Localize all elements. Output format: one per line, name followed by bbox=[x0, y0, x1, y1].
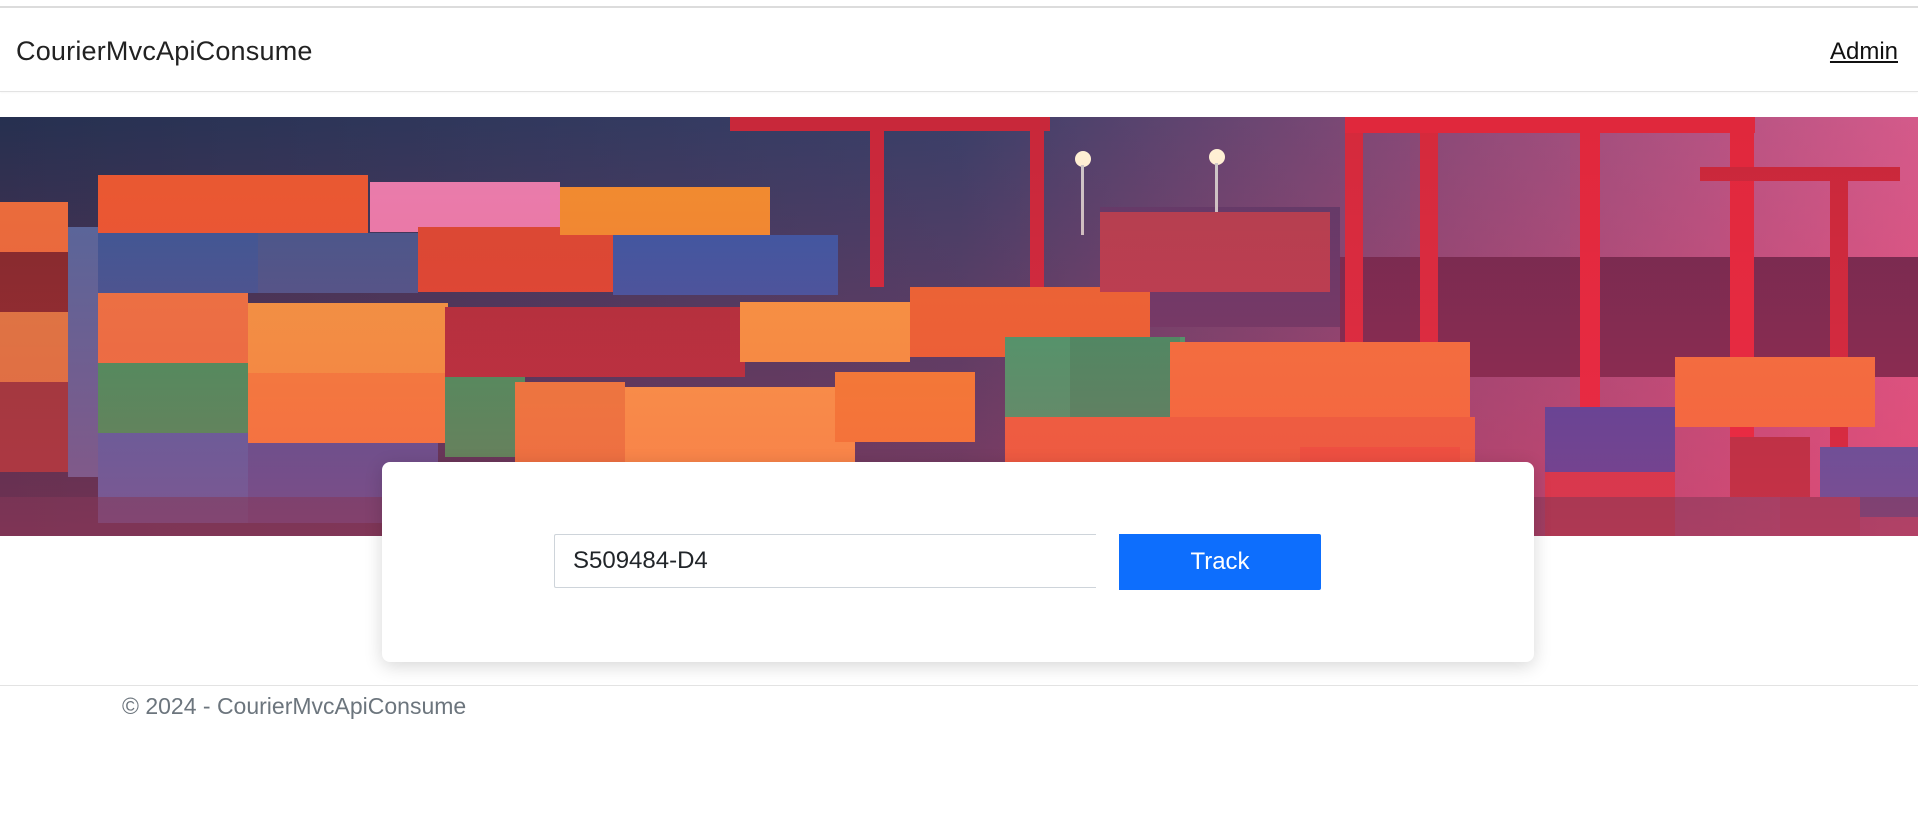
tracking-card: Track bbox=[382, 462, 1534, 662]
footer-divider bbox=[0, 685, 1918, 686]
footer-copyright: © 2024 - CourierMvcApiConsume bbox=[122, 693, 467, 719]
nav-link-admin[interactable]: Admin bbox=[1830, 38, 1898, 66]
track-button[interactable]: Track bbox=[1119, 534, 1321, 590]
navbar: CourierMvcApiConsume Admin bbox=[0, 8, 1918, 92]
brand-link[interactable]: CourierMvcApiConsume bbox=[16, 36, 313, 67]
tracking-number-input[interactable] bbox=[554, 534, 1096, 588]
